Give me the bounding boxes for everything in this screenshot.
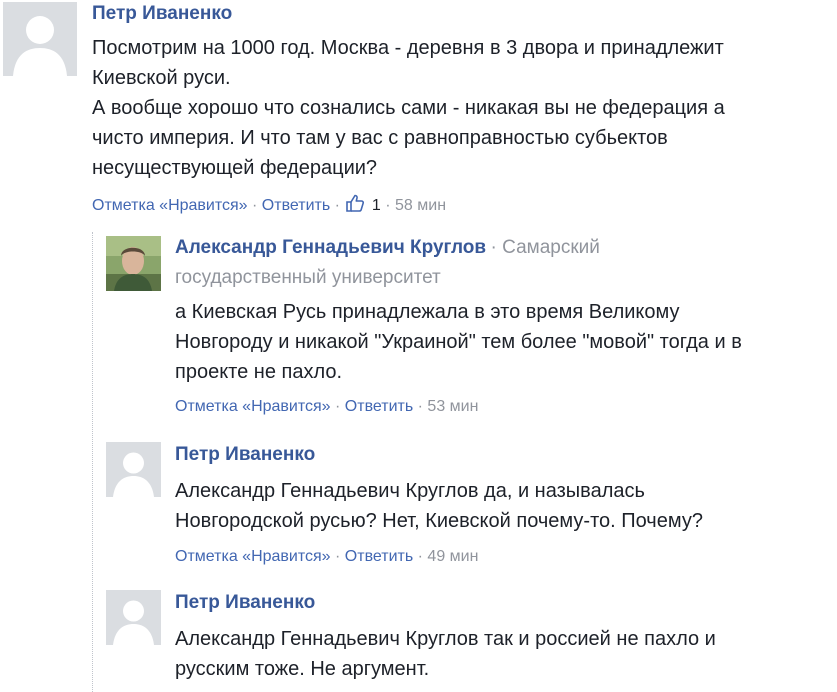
avatar[interactable] — [3, 2, 77, 76]
author-affiliation[interactable]: Самарский — [502, 237, 600, 258]
like-button[interactable]: Отметка «Нравится» — [92, 197, 248, 214]
separator: · — [335, 398, 345, 415]
separator: · — [252, 197, 262, 214]
like-button[interactable]: Отметка «Нравится» — [175, 548, 331, 565]
comment-line: А вообще хорошо что сознались сами - ник… — [92, 97, 725, 119]
avatar[interactable] — [106, 590, 161, 645]
comment-actions: Отметка «Нравится» · Ответить · 1 · 58 м… — [92, 193, 832, 216]
comment-text: Александр Геннадьевич Круглов да, и назы… — [175, 476, 825, 536]
comment-text: Александр Геннадьевич Круглов так и росс… — [175, 624, 825, 684]
comment: Александр Геннадьевич Круглов · Самарски… — [175, 236, 825, 417]
author-affiliation[interactable]: государственный университет — [175, 266, 825, 290]
comment-line: Новгородской русью? Нет, Киевской почему… — [175, 510, 703, 532]
comment-author[interactable]: Петр Иваненко — [175, 443, 825, 467]
comment-line: несуществующей федерации? — [92, 157, 378, 179]
comment-text: Посмотрим на 1000 год. Москва - деревня … — [92, 33, 832, 183]
comment-line: Новгороду и никакой "Украиной" тем более… — [175, 331, 742, 353]
like-button[interactable]: Отметка «Нравится» — [175, 398, 331, 415]
separator: · — [385, 197, 396, 214]
comment: Петр Иваненко Посмотрим на 1000 год. Мос… — [92, 0, 832, 216]
comment-line: чисто империя. И что там у вас с равнопр… — [92, 127, 668, 149]
comment-line: Александр Геннадьевич Круглов да, и назы… — [175, 480, 645, 502]
thumbs-up-icon[interactable] — [345, 193, 365, 213]
reply-button[interactable]: Ответить — [345, 398, 413, 415]
comment-line: Киевской руси. — [92, 67, 231, 89]
timestamp[interactable]: 53 мин — [427, 398, 478, 415]
separator: · — [417, 548, 428, 565]
comment-author[interactable]: Петр Иваненко — [175, 591, 825, 615]
user-photo — [106, 236, 161, 291]
comment-actions: Отметка «Нравится» · Ответить · 49 мин — [175, 547, 825, 567]
timestamp[interactable]: 49 мин — [427, 548, 478, 565]
default-avatar-icon — [3, 2, 77, 76]
timestamp[interactable]: 58 мин — [395, 197, 446, 214]
comment-author[interactable]: Петр Иваненко — [92, 2, 832, 26]
avatar[interactable] — [106, 442, 161, 497]
reply-thread-line — [92, 232, 93, 692]
comment-author[interactable]: Александр Геннадьевич Круглов — [175, 237, 486, 258]
separator: · — [417, 398, 428, 415]
comment-text: а Киевская Русь принадлежала в это время… — [175, 297, 825, 387]
comment-line: Александр Геннадьевич Круглов так и росс… — [175, 628, 716, 650]
separator: · — [490, 237, 503, 258]
like-count: 1 — [371, 197, 381, 214]
comment-line: а Киевская Русь принадлежала в это время… — [175, 301, 680, 323]
comment-line: проекте не пахло. — [175, 361, 343, 383]
reply-button[interactable]: Ответить — [262, 197, 330, 214]
comment-actions: Отметка «Нравится» · Ответить · 53 мин — [175, 397, 825, 417]
comment-header: Александр Геннадьевич Круглов · Самарски… — [175, 236, 825, 260]
comment: Петр Иваненко Александр Геннадьевич Круг… — [175, 443, 825, 567]
default-avatar-icon — [106, 590, 161, 645]
comment: Петр Иваненко Александр Геннадьевич Круг… — [175, 591, 825, 684]
avatar[interactable] — [106, 236, 161, 291]
comment-line: Посмотрим на 1000 год. Москва - деревня … — [92, 37, 724, 59]
separator: · — [335, 548, 345, 565]
separator: · — [334, 197, 345, 214]
comment-line: русским тоже. Не аргумент. — [175, 658, 430, 680]
reply-button[interactable]: Ответить — [345, 548, 413, 565]
default-avatar-icon — [106, 442, 161, 497]
